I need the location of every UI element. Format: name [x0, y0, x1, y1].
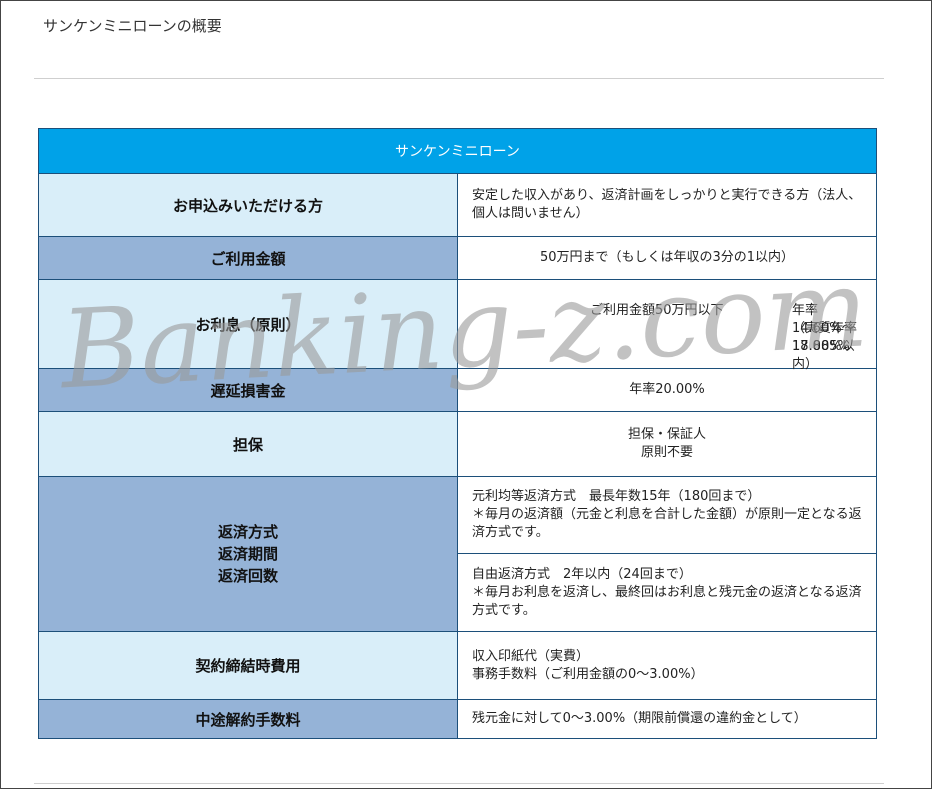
- label-contract-fees: 契約締結時費用: [38, 631, 458, 700]
- page-frame: サンケンミニローンの概要 サンケンミニローン お申込みいただける方 安定した収入…: [0, 0, 932, 789]
- value-repayment-standard: 元利均等返済方式 最長年数15年（180回まで） ＊毎月の返済額（元金と利息を合…: [457, 476, 877, 554]
- value-collateral: 担保・保証人 原則不要: [457, 411, 877, 477]
- repayment-free-line2: ＊毎月お利息を返済し、最終回はお利息と残元金の返済となる返済方式です。: [472, 584, 862, 618]
- loan-summary-table: サンケンミニローン お申込みいただける方 安定した収入があり、返済計画をしっかり…: [38, 128, 877, 739]
- table-title-row: サンケンミニローン: [38, 128, 877, 174]
- table-title: サンケンミニローン: [38, 128, 877, 174]
- value-eligible: 安定した収入があり、返済計画をしっかりと実行できる方（法人、個人は問いません）: [457, 173, 877, 237]
- repayment-label-method: 返済方式: [217, 523, 278, 541]
- table-row: お申込みいただける方 安定した収入があり、返済計画をしっかりと実行できる方（法人…: [38, 173, 877, 237]
- table-row: お利息（原則） ご利用金額50万円以下 年率14.60%～17.885% （実質…: [38, 279, 877, 372]
- value-interest: ご利用金額50万円以下 年率14.60%～17.885% （実質年率18.00%…: [457, 279, 877, 372]
- value-late-fee: 年率20.00%: [457, 368, 877, 412]
- label-collateral: 担保: [38, 411, 458, 477]
- label-eligible: お申込みいただける方: [38, 173, 458, 237]
- collateral-line1: 担保・保証人: [627, 427, 706, 442]
- value-contract-fees: 収入印紙代（実費） 事務手数料（ご利用金額の0～3.00%）: [457, 631, 877, 700]
- repayment-standard-line2: ＊毎月の返済額（元金と利息を合計した金額）が原則一定となる返済方式です。: [472, 507, 862, 540]
- table-row: 返済方式 返済期間 返済回数 元利均等返済方式 最長年数15年（180回まで） …: [38, 476, 877, 632]
- repayment-standard-line1: 元利均等返済方式 最長年数15年（180回まで）: [472, 489, 761, 504]
- fees-line1: 収入印紙代（実費）: [472, 648, 590, 664]
- interest-condition: ご利用金額50万円以下: [590, 303, 724, 318]
- label-late-fee: 遅延損害金: [38, 368, 458, 412]
- fees-line2: 事務手数料（ご利用金額の0～3.00%）: [472, 666, 704, 682]
- table-row: 契約締結時費用 収入印紙代（実費） 事務手数料（ご利用金額の0～3.00%）: [38, 631, 877, 700]
- value-amount: 50万円まで（もしくは年収の3分の1以内）: [457, 236, 877, 280]
- divider-top: [34, 78, 884, 79]
- table-row: 担保 担保・保証人 原則不要: [38, 411, 877, 477]
- value-cancel-fee: 残元金に対して0～3.00%（期限前償還の違約金として）: [457, 699, 877, 739]
- value-repayment-free: 自由返済方式 2年以内（24回まで） ＊毎月お利息を返済し、最終回はお利息と残元…: [457, 553, 877, 632]
- interest-actual-rate: （実質年率18.00%以内）: [792, 321, 858, 372]
- repayment-label-period: 返済期間: [217, 545, 278, 563]
- collateral-line2: 原則不要: [640, 445, 693, 460]
- label-amount: ご利用金額: [38, 236, 458, 280]
- label-interest: お利息（原則）: [38, 279, 458, 369]
- repayment-free-line1: 自由返済方式 2年以内（24回まで）: [472, 566, 692, 582]
- page-title: サンケンミニローンの概要: [43, 17, 222, 35]
- table-row: ご利用金額 50万円まで（もしくは年収の3分の1以内）: [38, 236, 877, 280]
- repayment-label-count: 返済回数: [217, 567, 278, 585]
- divider-bottom: [34, 783, 884, 784]
- table-row: 遅延損害金 年率20.00%: [38, 368, 877, 412]
- label-repayment: 返済方式 返済期間 返済回数: [38, 476, 458, 632]
- label-cancel-fee: 中途解約手数料: [38, 699, 458, 739]
- table-row: 中途解約手数料 残元金に対して0～3.00%（期限前償還の違約金として）: [38, 699, 877, 739]
